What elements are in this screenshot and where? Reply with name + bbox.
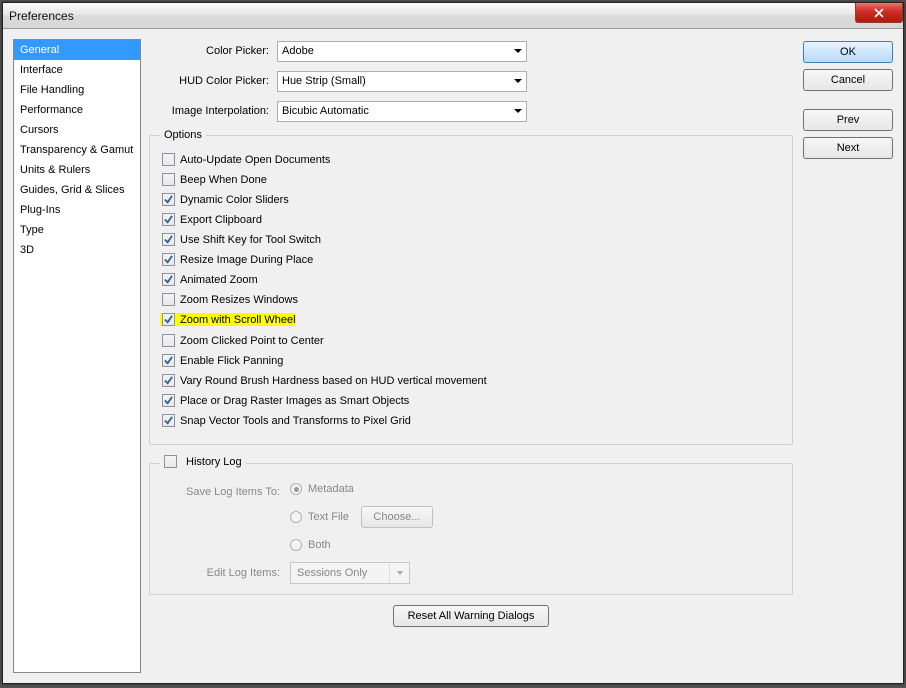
option-checkbox[interactable] <box>162 213 175 226</box>
dialog-body: General Interface File Handling Performa… <box>3 29 903 683</box>
edit-log-items-value: Sessions Only <box>297 567 367 579</box>
sidebar-item-plugins[interactable]: Plug-Ins <box>14 200 140 220</box>
close-button[interactable] <box>855 3 903 23</box>
reset-warnings-button[interactable]: Reset All Warning Dialogs <box>393 605 550 627</box>
chevron-down-icon <box>514 49 522 53</box>
preferences-window: Preferences General Interface File Handl… <box>2 2 904 684</box>
option-checkbox[interactable] <box>162 233 175 246</box>
option-label: Auto-Update Open Documents <box>180 154 330 166</box>
radio-both[interactable] <box>290 539 302 551</box>
options-legend: Options <box>160 129 206 141</box>
option-row: Animated Zoom <box>160 273 782 286</box>
chevron-down-icon <box>514 109 522 113</box>
option-label: Zoom Resizes Windows <box>180 294 298 306</box>
option-checkbox[interactable] <box>162 394 175 407</box>
image-interpolation-value: Bicubic Automatic <box>282 105 369 117</box>
option-checkbox[interactable] <box>162 334 175 347</box>
history-log-legend: History Log <box>160 455 246 471</box>
image-interpolation-select[interactable]: Bicubic Automatic <box>277 101 527 122</box>
option-label: Beep When Done <box>180 174 267 186</box>
color-picker-label: Color Picker: <box>149 45 277 57</box>
option-label: Enable Flick Panning <box>180 355 283 367</box>
option-checkbox[interactable] <box>162 374 175 387</box>
sidebar-item-file-handling[interactable]: File Handling <box>14 80 140 100</box>
history-log-checkbox[interactable] <box>164 455 177 468</box>
option-row: Place or Drag Raster Images as Smart Obj… <box>160 394 782 407</box>
edit-log-items-label: Edit Log Items: <box>170 567 290 579</box>
option-label: Place or Drag Raster Images as Smart Obj… <box>180 395 409 407</box>
window-title: Preferences <box>7 9 74 23</box>
radio-metadata-label: Metadata <box>308 483 354 495</box>
options-fieldset: Options Auto-Update Open Documents Beep W… <box>149 129 793 445</box>
option-checkbox[interactable] <box>162 193 175 206</box>
option-row: Use Shift Key for Tool Switch <box>160 233 782 246</box>
hud-color-picker-label: HUD Color Picker: <box>149 75 277 87</box>
next-button[interactable]: Next <box>803 137 893 159</box>
radio-text-file-label: Text File <box>308 511 349 523</box>
option-checkbox[interactable] <box>162 354 175 367</box>
option-row: Zoom Resizes Windows <box>160 293 782 306</box>
option-label: Dynamic Color Sliders <box>180 194 289 206</box>
option-row: Export Clipboard <box>160 213 782 226</box>
option-label: Vary Round Brush Hardness based on HUD v… <box>180 375 487 387</box>
image-interpolation-label: Image Interpolation: <box>149 105 277 117</box>
option-label: Zoom Clicked Point to Center <box>180 335 324 347</box>
color-picker-value: Adobe <box>282 45 314 57</box>
hud-color-picker-select[interactable]: Hue Strip (Small) <box>277 71 527 92</box>
sidebar-item-units-rulers[interactable]: Units & Rulers <box>14 160 140 180</box>
option-row: Vary Round Brush Hardness based on HUD v… <box>160 374 782 387</box>
option-row: Auto-Update Open Documents <box>160 153 782 166</box>
option-row: Dynamic Color Sliders <box>160 193 782 206</box>
action-buttons: OK Cancel Prev Next <box>803 39 893 627</box>
hud-color-picker-value: Hue Strip (Small) <box>282 75 366 87</box>
history-log-fieldset: History Log Save Log Items To: Metadata <box>149 455 793 595</box>
radio-both-label: Both <box>308 539 331 551</box>
option-row: Beep When Done <box>160 173 782 186</box>
option-checkbox[interactable] <box>162 253 175 266</box>
option-checkbox[interactable] <box>162 273 175 286</box>
option-label: Animated Zoom <box>180 274 258 286</box>
cancel-button[interactable]: Cancel <box>803 69 893 91</box>
option-row: Snap Vector Tools and Transforms to Pixe… <box>160 414 782 427</box>
top-controls: Color Picker: Adobe HUD Color Picker: Hu… <box>149 39 793 627</box>
sidebar-item-type[interactable]: Type <box>14 220 140 240</box>
chevron-down-icon <box>397 571 403 575</box>
sidebar-item-performance[interactable]: Performance <box>14 100 140 120</box>
history-log-label: History Log <box>186 456 242 468</box>
option-label: Zoom with Scroll Wheel <box>180 314 296 326</box>
option-label: Use Shift Key for Tool Switch <box>180 234 321 246</box>
option-label: Resize Image During Place <box>180 254 313 266</box>
option-checkbox[interactable] <box>162 414 175 427</box>
option-row: Zoom with Scroll Wheel <box>160 313 296 326</box>
option-checkbox[interactable] <box>162 313 175 326</box>
titlebar[interactable]: Preferences <box>3 3 903 29</box>
edit-log-items-select[interactable]: Sessions Only <box>290 562 410 584</box>
radio-text-file[interactable] <box>290 511 302 523</box>
option-checkbox[interactable] <box>162 173 175 186</box>
sidebar-item-general[interactable]: General <box>14 40 140 60</box>
color-picker-select[interactable]: Adobe <box>277 41 527 62</box>
main-panel: Color Picker: Adobe HUD Color Picker: Hu… <box>149 39 893 673</box>
option-row: Resize Image During Place <box>160 253 782 266</box>
sidebar-item-3d[interactable]: 3D <box>14 240 140 260</box>
sidebar-item-guides-grid-slices[interactable]: Guides, Grid & Slices <box>14 180 140 200</box>
option-checkbox[interactable] <box>162 153 175 166</box>
close-icon <box>874 8 884 18</box>
radio-metadata[interactable] <box>290 483 302 495</box>
option-checkbox[interactable] <box>162 293 175 306</box>
choose-button[interactable]: Choose... <box>361 506 433 528</box>
option-label: Export Clipboard <box>180 214 262 226</box>
option-row: Zoom Clicked Point to Center <box>160 334 782 347</box>
save-log-items-label: Save Log Items To: <box>170 486 290 498</box>
category-sidebar: General Interface File Handling Performa… <box>13 39 141 673</box>
chevron-down-icon <box>514 79 522 83</box>
option-row: Enable Flick Panning <box>160 354 782 367</box>
prev-button[interactable]: Prev <box>803 109 893 131</box>
sidebar-item-cursors[interactable]: Cursors <box>14 120 140 140</box>
sidebar-item-transparency-gamut[interactable]: Transparency & Gamut <box>14 140 140 160</box>
sidebar-item-interface[interactable]: Interface <box>14 60 140 80</box>
ok-button[interactable]: OK <box>803 41 893 63</box>
option-label: Snap Vector Tools and Transforms to Pixe… <box>180 415 411 427</box>
